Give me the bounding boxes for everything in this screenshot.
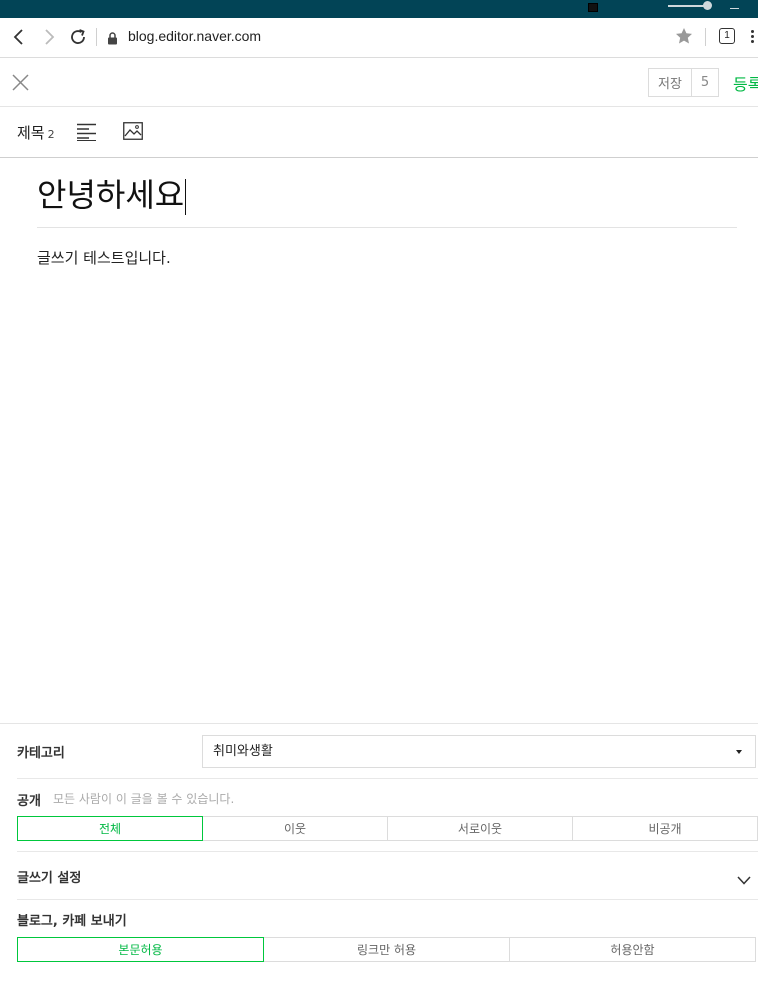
visibility-option-private[interactable]: 비공개	[572, 816, 758, 841]
editor-header: 저장 5 등록	[0, 58, 758, 107]
visibility-options: 전체 이웃 서로이웃 비공개	[17, 816, 758, 841]
toolbar-separator	[96, 28, 97, 46]
visibility-option-mutual-neighbors[interactable]: 서로이웃	[387, 816, 573, 841]
tab-count-button[interactable]: 1	[719, 28, 735, 44]
write-settings-label[interactable]: 글쓰기 설정	[17, 867, 81, 886]
saved-drafts-count[interactable]: 5	[691, 68, 719, 97]
zoom-slider-knob[interactable]	[703, 1, 712, 10]
send-option-disallow[interactable]: 허용안함	[509, 937, 756, 962]
settings-divider	[17, 778, 758, 779]
address-bar[interactable]: blog.editor.naver.com	[128, 28, 261, 44]
post-body-editor[interactable]: 글쓰기 테스트입니다.	[37, 247, 171, 268]
send-to-blog-cafe-label: 블로그, 카페 보내기	[17, 914, 127, 929]
category-select[interactable]: 취미와생활	[202, 735, 756, 768]
minimize-icon[interactable]	[730, 8, 739, 9]
send-option-allow-body[interactable]: 본문허용	[17, 937, 264, 962]
post-title-text: 안녕하세요	[37, 176, 185, 214]
send-option-link-only[interactable]: 링크만 허용	[263, 937, 510, 962]
post-title-input[interactable]: 안녕하세요	[37, 170, 187, 216]
back-arrow-icon	[13, 29, 23, 45]
title-tool-label: 제목	[17, 124, 45, 142]
lock-icon[interactable]	[107, 30, 118, 49]
visibility-option-all[interactable]: 전체	[17, 816, 203, 841]
browser-toolbar: blog.editor.naver.com 1	[0, 18, 758, 58]
more-menu-icon[interactable]	[751, 30, 754, 33]
title-tool[interactable]: 제목 2	[17, 122, 55, 143]
editor-toolbar: 제목 2	[0, 107, 758, 158]
close-icon[interactable]	[12, 74, 29, 95]
send-options: 본문허용 링크만 허용 허용안함	[17, 937, 756, 962]
publish-button[interactable]: 등록	[733, 71, 758, 95]
title-divider	[37, 227, 737, 228]
window-titlebar	[0, 0, 758, 18]
image-icon[interactable]	[123, 122, 143, 144]
bookmark-star-icon[interactable]	[675, 27, 693, 49]
zoom-slider-track[interactable]	[668, 5, 708, 7]
forward-button[interactable]	[38, 26, 60, 48]
visibility-label: 공개	[17, 794, 41, 809]
forward-arrow-icon	[45, 29, 55, 45]
window-icon	[588, 3, 598, 12]
settings-divider	[17, 851, 758, 852]
title-tool-sub: 2	[47, 128, 55, 141]
reload-icon	[71, 29, 85, 44]
settings-divider	[17, 899, 758, 900]
post-settings-panel: 카테고리 취미와생활 공개 모든 사람이 이 글을 볼 수 있습니다. 전체 이…	[0, 723, 758, 962]
text-align-icon[interactable]	[77, 123, 96, 145]
text-caret	[185, 179, 187, 215]
save-button[interactable]: 저장	[648, 68, 692, 97]
category-label: 카테고리	[17, 746, 65, 761]
visibility-description: 모든 사람이 이 글을 볼 수 있습니다.	[53, 792, 235, 806]
toolbar-separator-2	[705, 28, 706, 46]
reload-button[interactable]	[67, 26, 89, 48]
back-button[interactable]	[8, 26, 30, 48]
dropdown-arrow-icon	[736, 750, 742, 754]
visibility-option-neighbors[interactable]: 이웃	[202, 816, 388, 841]
category-value: 취미와생활	[213, 744, 273, 759]
chevron-down-icon[interactable]	[737, 870, 751, 889]
